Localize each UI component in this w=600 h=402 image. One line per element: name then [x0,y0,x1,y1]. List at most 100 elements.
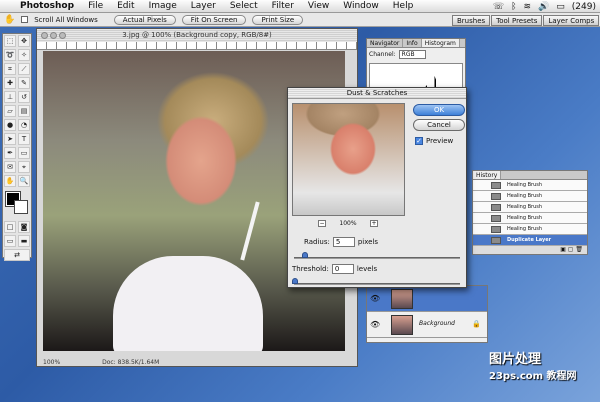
new-document-icon[interactable]: ▢ [568,246,574,253]
eye-icon[interactable]: 👁 [370,294,380,303]
clone-stamp-icon[interactable]: ⊥ [4,91,16,103]
quick-mask-icon[interactable]: ◙ [18,221,30,233]
marquee-tool-icon[interactable]: ⬚ [4,35,16,47]
zoom-in-button[interactable]: + [370,219,378,227]
scroll-all-label: Scroll All Windows [34,15,98,24]
zoom-tool-icon[interactable]: 🔍 [18,175,30,187]
history-item[interactable]: Healing Brush [473,180,587,191]
type-tool-icon[interactable]: T [18,133,30,145]
channel-select[interactable]: RGB [398,50,426,59]
app-menu[interactable]: Photoshop [16,1,81,11]
threshold-label: Threshold: [292,265,329,273]
battery-icon[interactable]: ▭ [556,2,565,12]
hand-tool-icon[interactable]: ✋ [4,15,15,25]
layers-panel: 👁 👁 Background 🔒 [366,285,488,343]
pen-tool-icon[interactable]: ✒ [4,147,16,159]
zoom-readout[interactable]: 100% [43,359,60,366]
history-brush-icon[interactable]: ↺ [18,91,30,103]
color-swatches[interactable] [3,190,31,220]
phone-icon[interactable]: ☏ [493,2,504,12]
history-panel-footer: ▣ ▢ 🗑 [473,246,587,254]
document-status-bar: 100% Doc: 838.5K/1.64M [43,359,345,367]
menu-help[interactable]: Help [386,1,421,11]
dust-scratches-dialog: Dust & Scratches − 100% + OK Cancel ✓ Pr… [287,87,467,288]
scroll-all-checkbox[interactable] [21,16,29,23]
history-item[interactable]: Healing Brush [473,224,587,235]
lasso-tool-icon[interactable]: ➰ [4,49,16,61]
close-icon[interactable] [41,32,48,39]
layer-row[interactable]: 👁 Background 🔒 [367,312,487,338]
menu-window[interactable]: Window [336,1,386,11]
actual-pixels-button[interactable]: Actual Pixels [113,14,176,25]
menu-filter[interactable]: Filter [265,1,301,11]
channel-row: Channel: RGB [367,48,465,61]
standard-mode-icon[interactable]: □ [4,221,16,233]
healing-brush-icon [491,215,501,222]
cancel-button[interactable]: Cancel [413,119,465,131]
shape-tool-icon[interactable]: ▭ [18,147,30,159]
volume-icon[interactable]: 🔊 [538,2,549,12]
preview-checkbox[interactable]: ✓ [415,137,423,145]
slice-tool-icon[interactable]: ⟋ [18,63,30,75]
new-snapshot-icon[interactable]: ▣ [560,246,566,253]
path-select-icon[interactable]: ➤ [4,133,16,145]
gradient-tool-icon[interactable]: ▤ [18,105,30,117]
radius-input[interactable]: 5 [332,237,355,247]
fullscreen-mode-icon[interactable]: ▬ [18,235,30,247]
history-item[interactable]: Healing Brush [473,213,587,224]
threshold-input[interactable]: 0 [331,264,354,274]
document-title[interactable]: 3.jpg @ 100% (Background copy, RGB/8#) [37,29,357,42]
magic-wand-icon[interactable]: ✧ [18,49,30,61]
print-size-button[interactable]: Print Size [252,14,304,25]
move-tool-icon[interactable]: ✥ [18,35,30,47]
tab-tool-presets[interactable]: Tool Presets [491,14,543,26]
tab-info[interactable]: Info [403,39,422,47]
radius-slider-knob[interactable] [302,252,308,258]
doc-size[interactable]: Doc: 838.5K/1.64M [102,359,159,366]
history-item[interactable]: Healing Brush [473,202,587,213]
tab-layer-comps[interactable]: Layer Comps [543,14,600,26]
zoom-icon[interactable] [59,32,66,39]
ok-button[interactable]: OK [413,104,465,116]
eyedropper-icon[interactable]: ⌖ [18,161,30,173]
layer-name: Background [419,320,455,327]
jump-to-imageready-icon[interactable]: ⇄ [4,249,30,261]
layer-row[interactable]: 👁 [367,286,487,312]
wifi-icon[interactable]: ≋ [524,2,532,12]
trash-icon[interactable]: 🗑 [575,246,583,253]
filter-preview[interactable] [292,103,405,216]
radius-slider-track[interactable] [294,257,460,259]
tab-brushes[interactable]: Brushes [452,14,491,26]
menu-edit[interactable]: Edit [110,1,141,11]
radius-row: Radius: 5 pixels [304,237,378,247]
tab-history[interactable]: History [473,171,502,179]
menu-view[interactable]: View [301,1,336,11]
brush-tool-icon[interactable]: ✎ [18,77,30,89]
menu-file[interactable]: File [81,1,110,11]
crop-tool-icon[interactable]: ⌗ [4,63,16,75]
healing-brush-icon [491,182,501,189]
blur-tool-icon[interactable]: ● [4,119,16,131]
minimize-icon[interactable] [50,32,57,39]
history-item[interactable]: Healing Brush [473,191,587,202]
menu-select[interactable]: Select [223,1,265,11]
menu-image[interactable]: Image [142,1,184,11]
history-item-selected[interactable]: Duplicate Layer [473,235,587,246]
eye-icon[interactable]: 👁 [370,320,380,329]
healing-brush-icon[interactable]: ✚ [4,77,16,89]
tab-histogram[interactable]: Histogram [421,39,460,47]
background-color[interactable] [14,200,28,214]
bluetooth-icon[interactable]: ᛒ [511,2,516,12]
eraser-tool-icon[interactable]: ▱ [4,105,16,117]
dodge-tool-icon[interactable]: ◔ [18,119,30,131]
screen-mode-icon[interactable]: ▭ [4,235,16,247]
threshold-slider-knob[interactable] [292,278,298,284]
notes-tool-icon[interactable]: ✉ [4,161,16,173]
threshold-slider-track[interactable] [294,283,460,285]
fit-on-screen-button[interactable]: Fit On Screen [181,14,247,25]
hand-tool-box-icon[interactable]: ✋ [4,175,16,187]
zoom-out-button[interactable]: − [318,219,326,227]
menu-layer[interactable]: Layer [184,1,223,11]
healing-brush-icon [491,204,501,211]
tab-navigator[interactable]: Navigator [367,39,404,47]
